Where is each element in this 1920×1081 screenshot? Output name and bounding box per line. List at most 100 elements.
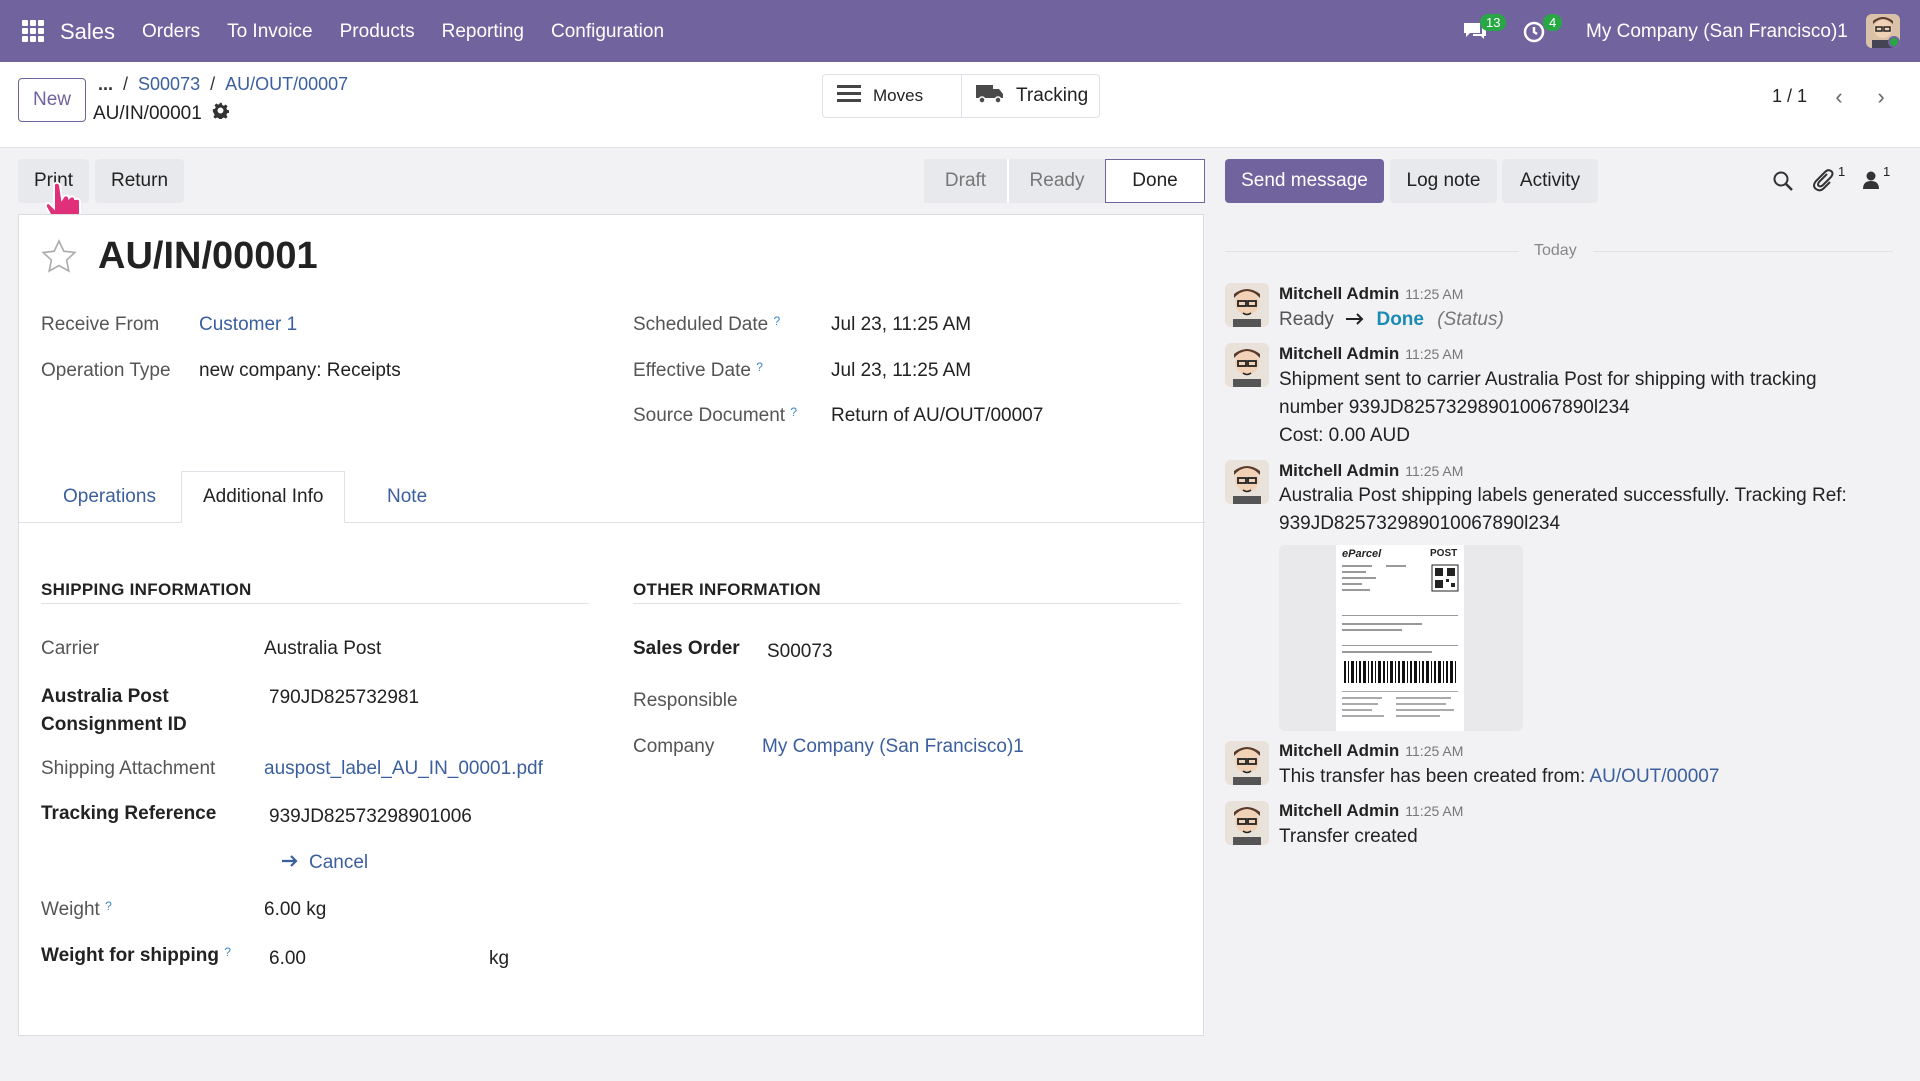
send-message-button[interactable]: Send message [1225, 159, 1384, 203]
divider [1225, 251, 1519, 252]
menu-item-to-invoice[interactable]: To Invoice [227, 21, 313, 43]
status-from: Ready [1279, 309, 1334, 330]
message-author[interactable]: Mitchell Admin 11:25 AM [1279, 801, 1463, 821]
message-text: This transfer has been created from: [1279, 766, 1586, 787]
breadcrumb-sales-order[interactable]: S00073 [138, 74, 200, 95]
author-name: Mitchell Admin [1279, 284, 1400, 303]
source-document-label: Source Document ? [633, 405, 797, 427]
weight-for-shipping-field[interactable]: 6.00 [269, 948, 306, 970]
breadcrumb-more[interactable]: ... [98, 74, 113, 95]
message-line: 939JD825732989010067890l234 [1279, 513, 1561, 534]
responsible-label: Responsible [633, 690, 738, 711]
label-attachment-thumbnail[interactable]: eParcel POST [1279, 545, 1523, 731]
avatar[interactable] [1225, 460, 1269, 504]
message-author[interactable]: Mitchell Admin 11:25 AM [1279, 461, 1463, 481]
receive-from-link[interactable]: Customer 1 [199, 314, 297, 336]
help-icon[interactable]: ? [756, 360, 763, 374]
current-record: AU/IN/00001 [93, 102, 230, 125]
carrier-value[interactable]: Australia Post [264, 638, 381, 660]
shipping-section-title: SHIPPING INFORMATION [41, 580, 252, 599]
tracking-reference-field[interactable]: 939JD82573298901006 [269, 806, 481, 828]
messages-count-badge: 13 [1480, 14, 1507, 31]
author-name: Mitchell Admin [1279, 344, 1400, 363]
tab-additional-info[interactable]: Additional Info [181, 471, 346, 523]
status-bar: Draft Ready Done [924, 159, 1205, 203]
form-sheet: AU/IN/00001 Receive From Customer 1 Oper… [18, 214, 1205, 1036]
menu-item-products[interactable]: Products [340, 21, 415, 43]
followers-icon[interactable] [1862, 170, 1880, 196]
menu-item-reporting[interactable]: Reporting [442, 21, 524, 43]
avatar[interactable] [1225, 801, 1269, 845]
cancel-shipment-button[interactable]: Cancel [281, 852, 368, 874]
message-author[interactable]: Mitchell Admin 11:25 AM [1279, 741, 1463, 761]
operation-type-value[interactable]: new company: Receipts [199, 360, 401, 382]
consignment-label-line-2: Consignment ID [41, 714, 187, 735]
company-switcher[interactable]: My Company (San Francisco)1 [1586, 21, 1848, 43]
help-icon[interactable]: ? [790, 405, 797, 419]
company-link[interactable]: My Company (San Francisco)1 [762, 736, 1024, 758]
pager-previous-icon[interactable]: ‹ [1826, 84, 1852, 110]
scheduled-date-label: Scheduled Date ? [633, 314, 780, 336]
author-name: Mitchell Admin [1279, 741, 1400, 760]
help-icon[interactable]: ? [105, 899, 112, 913]
responsible-field[interactable] [767, 690, 1147, 714]
message-body: This transfer has been created from: AU/… [1279, 763, 1719, 791]
return-button[interactable]: Return [95, 159, 184, 203]
new-button[interactable]: New [18, 78, 86, 122]
date-separator: Today [1534, 242, 1577, 259]
breadcrumb-separator: / [210, 74, 216, 94]
message-time: 11:25 AM [1405, 743, 1464, 759]
avatar[interactable] [1225, 283, 1269, 327]
weight-label: Weight ? [41, 899, 112, 921]
message-line: Shipment sent to carrier Australia Post … [1279, 369, 1817, 390]
app-name[interactable]: Sales [60, 19, 115, 45]
message-body: Australia Post shipping labels generated… [1279, 482, 1847, 538]
current-record-name: AU/IN/00001 [93, 102, 202, 124]
status-done[interactable]: Done [1105, 159, 1205, 203]
status-draft[interactable]: Draft [924, 159, 1007, 203]
message-author[interactable]: Mitchell Admin 11:25 AM [1279, 344, 1463, 364]
help-icon[interactable]: ? [774, 314, 781, 328]
activity-button[interactable]: Activity [1502, 159, 1598, 203]
author-name: Mitchell Admin [1279, 801, 1400, 820]
tab-note[interactable]: Note [371, 471, 443, 523]
pager-value[interactable]: 1 / 1 [1772, 86, 1807, 107]
breadcrumb-delivery[interactable]: AU/OUT/00007 [225, 74, 348, 95]
message-author[interactable]: Mitchell Admin 11:25 AM [1279, 284, 1463, 304]
receive-from-label: Receive From [41, 314, 160, 335]
consignment-field[interactable]: 790JD825732981 [269, 687, 419, 709]
scheduled-date-value[interactable]: Jul 23, 11:25 AM [831, 314, 971, 336]
operation-type-label: Operation Type [41, 360, 171, 381]
sales-order-field[interactable]: S00073 [767, 641, 833, 663]
avatar[interactable] [1225, 343, 1269, 387]
message-body: Shipment sent to carrier Australia Post … [1279, 366, 1817, 450]
message-record-link[interactable]: AU/OUT/00007 [1590, 766, 1720, 787]
paperclip-icon[interactable] [1812, 168, 1834, 198]
shipping-attachment-link[interactable]: auspost_label_AU_IN_00001.pdf [264, 758, 543, 780]
menu-item-orders[interactable]: Orders [142, 21, 200, 43]
message-body: Transfer created [1279, 826, 1418, 847]
help-icon[interactable]: ? [224, 945, 231, 959]
status-field: (Status) [1437, 309, 1504, 330]
gear-icon[interactable] [212, 102, 230, 125]
apps-menu-icon[interactable] [22, 20, 44, 42]
search-icon[interactable] [1772, 170, 1794, 198]
source-document-label-text: Source Document [633, 405, 786, 426]
status-ready[interactable]: Ready [1007, 159, 1105, 203]
cancel-label: Cancel [309, 852, 369, 873]
avatar[interactable] [1225, 741, 1269, 785]
breadcrumb-separator: / [123, 74, 129, 94]
log-note-button[interactable]: Log note [1390, 159, 1497, 203]
weight-label-text: Weight [41, 899, 100, 920]
tab-operations[interactable]: Operations [45, 471, 174, 523]
followers-count: 1 [1883, 164, 1891, 179]
menu-item-configuration[interactable]: Configuration [551, 21, 664, 43]
moves-smart-button[interactable]: Moves [823, 75, 961, 117]
favorite-star-icon[interactable] [41, 239, 77, 279]
source-document-value[interactable]: Return of AU/OUT/00007 [831, 405, 1043, 427]
consignment-label: Australia Post Consignment ID [41, 683, 187, 739]
pager-next-icon[interactable]: › [1868, 84, 1894, 110]
top-navbar: Sales Orders To Invoice Products Reporti… [0, 0, 1920, 62]
tracking-smart-button[interactable]: Tracking [961, 75, 1099, 117]
truck-icon [976, 82, 1004, 110]
